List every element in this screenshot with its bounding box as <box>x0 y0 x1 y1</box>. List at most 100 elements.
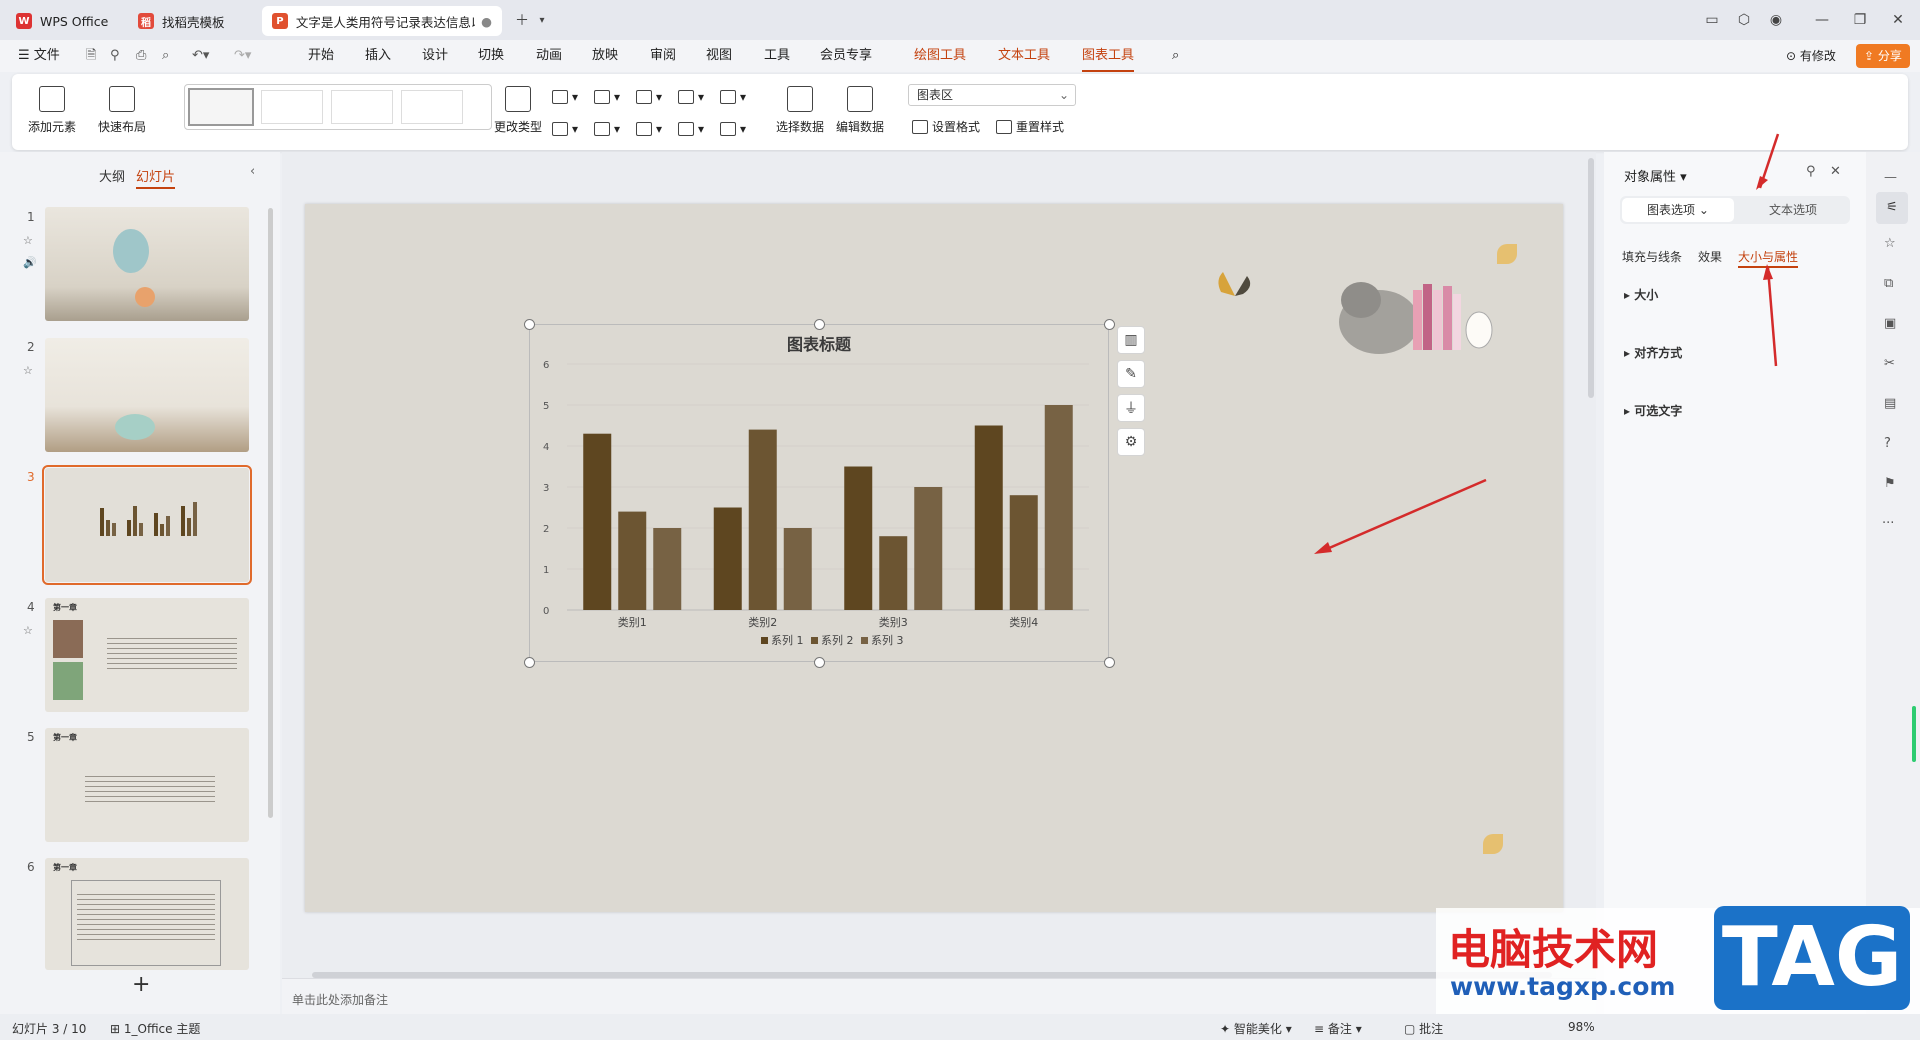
panel-scrollbar[interactable] <box>268 208 273 818</box>
menu-item-start[interactable]: 开始 <box>308 40 334 72</box>
chart-style-2[interactable] <box>261 90 323 124</box>
slide-thumbnail-2[interactable] <box>45 338 249 452</box>
menu-item-transition[interactable]: 切换 <box>478 40 504 72</box>
chart-style-3[interactable] <box>331 90 393 124</box>
add-element-button[interactable]: 添加元素 <box>28 86 76 135</box>
chart-style-gallery[interactable] <box>184 84 492 130</box>
preview-icon[interactable]: ⌕ <box>162 40 169 72</box>
slide-thumbnail-4[interactable]: 第一章 <box>45 598 249 712</box>
restore-icon[interactable]: ❐ <box>1850 10 1870 30</box>
slide-thumbnail-3[interactable] <box>42 465 252 585</box>
subtab-effect[interactable]: 效果 <box>1698 248 1722 265</box>
set-format-button[interactable]: 设置格式 <box>912 118 980 135</box>
menu-item-view[interactable]: 视图 <box>706 40 732 72</box>
column-chart-button[interactable]: ▾ <box>552 90 578 104</box>
menu-item-review[interactable]: 审阅 <box>650 40 676 72</box>
section-size[interactable]: ▸ 大小 <box>1624 286 1658 303</box>
reset-style-button[interactable]: 重置样式 <box>996 118 1064 135</box>
section-alignment[interactable]: ▸ 对齐方式 <box>1624 344 1682 361</box>
unsaved-dot-icon[interactable]: ● <box>481 14 492 29</box>
theme-name[interactable]: ⊞ 1_Office 主题 <box>110 1020 200 1037</box>
share-button[interactable]: ⇪ 分享 <box>1856 44 1910 68</box>
tab-slides[interactable]: 幻灯片 <box>136 166 176 189</box>
tools-icon[interactable]: ✂ <box>1884 356 1895 371</box>
menu-item-chart-tools[interactable]: 图表工具 <box>1082 40 1135 72</box>
share-file-icon[interactable]: ⚲ <box>110 40 120 72</box>
bar-chart[interactable]: 图表标题 0 1 2 3 4 5 6 类别1 类别2 类别3 类别4 系列 1 系列 2 系列 3 <box>529 324 1109 662</box>
tab-template[interactable]: 稻找稻壳模板 <box>128 6 258 36</box>
change-type-button[interactable]: 更改类型 <box>494 86 542 135</box>
subtab-fill-line[interactable]: 填充与线条 <box>1622 248 1682 265</box>
menu-item-insert[interactable]: 插入 <box>365 40 391 72</box>
print-icon[interactable]: ⎙ <box>136 40 146 72</box>
save-icon[interactable]: 🗎 <box>86 40 96 72</box>
chart-elements-icon[interactable]: ▥ <box>1117 326 1145 354</box>
menu-item-animation[interactable]: 动画 <box>536 40 562 72</box>
vertical-scrollbar[interactable] <box>1588 158 1594 398</box>
minimize-icon[interactable]: — <box>1812 10 1832 30</box>
chart-style-4[interactable] <box>401 90 463 124</box>
image-icon[interactable]: ▣ <box>1884 316 1896 331</box>
chart-style-brush-icon[interactable]: ✎ <box>1117 360 1145 388</box>
chart-filter-icon[interactable]: ⏚ <box>1117 394 1145 422</box>
menu-item-text-tools[interactable]: 文本工具 <box>998 40 1050 72</box>
stock-chart-button[interactable]: ▾ <box>594 122 620 136</box>
radar-chart-button[interactable]: ▾ <box>678 90 704 104</box>
slide-thumbnail-1[interactable] <box>45 207 249 321</box>
add-slide-button[interactable]: + <box>132 972 150 997</box>
comments-button[interactable]: ▢ 批注 <box>1404 1020 1443 1037</box>
file-menu[interactable]: ☰ 文件 <box>18 40 60 72</box>
scatter-chart-button[interactable]: ▾ <box>678 122 704 136</box>
tab-list-icon[interactable]: ▾ <box>532 10 552 30</box>
book-icon[interactable]: ▤ <box>1884 396 1896 411</box>
has-changes-button[interactable]: ⊙ 有修改 <box>1786 40 1836 72</box>
avatar-icon[interactable]: ◉ <box>1766 10 1786 30</box>
pin-icon[interactable]: ⚲ <box>1806 164 1816 179</box>
combo-chart-button[interactable]: ▾ <box>720 122 746 136</box>
section-alt-text[interactable]: ▸ 可选文字 <box>1624 402 1682 419</box>
menu-item-design[interactable]: 设计 <box>422 40 448 72</box>
zoom-level[interactable]: 98% <box>1568 1020 1595 1034</box>
redo-icon[interactable]: ↷▾ <box>234 40 251 72</box>
shirt-icon[interactable]: ⚑ <box>1884 476 1896 491</box>
menu-item-slideshow[interactable]: 放映 <box>592 40 618 72</box>
cube-icon[interactable]: ⬡ <box>1734 10 1754 30</box>
favorite-icon[interactable]: ☆ <box>1884 236 1896 251</box>
tab-text-options[interactable]: 文本选项 <box>1738 198 1848 222</box>
layout-icon[interactable]: ▭ <box>1702 10 1722 30</box>
edit-data-button[interactable]: 编辑数据 <box>836 86 884 135</box>
grid-chart-button[interactable]: ▾ <box>720 90 746 104</box>
bar-chart-button[interactable]: ▾ <box>594 90 620 104</box>
menu-item-tools[interactable]: 工具 <box>764 40 790 72</box>
menu-item-member[interactable]: 会员专享 <box>820 40 872 72</box>
menu-item-drawing-tools[interactable]: 绘图工具 <box>914 40 966 72</box>
tab-outline[interactable]: 大纲 <box>99 166 125 185</box>
smart-beautify-button[interactable]: ✦ 智能美化 ▾ <box>1220 1020 1292 1037</box>
property-settings-icon[interactable]: ⚟ <box>1876 192 1908 224</box>
select-data-button[interactable]: 选择数据 <box>776 86 824 135</box>
slide-thumbnail-6[interactable]: 第一章 <box>45 858 249 970</box>
tab-chart-options[interactable]: 图表选项 ⌄ <box>1622 198 1734 222</box>
chart-style-1[interactable] <box>188 88 254 126</box>
tab-wps-office[interactable]: W WPS Office <box>6 6 124 36</box>
help-icon[interactable]: ? <box>1884 436 1891 451</box>
quick-layout-button[interactable]: 快速布局 <box>98 86 146 135</box>
collapse-panel-icon[interactable]: ‹ <box>250 164 255 179</box>
copy-icon[interactable]: ⧉ <box>1884 276 1893 291</box>
close-icon[interactable]: ✕ <box>1888 10 1908 30</box>
search-icon[interactable]: ⌕ <box>1172 40 1179 72</box>
line-chart-button[interactable]: ▾ <box>636 90 662 104</box>
more-icon[interactable]: ··· <box>1882 516 1894 531</box>
chart-element-select[interactable]: 图表区 ⌄ <box>908 84 1076 106</box>
notes-area[interactable]: 单击此处添加备注 <box>282 978 1596 1014</box>
chart-settings-icon[interactable]: ⚙ <box>1117 428 1145 456</box>
tab-document[interactable]: P 文字是人类用符号记录表达信息以 ● <box>262 6 502 36</box>
slide-thumbnail-5[interactable]: 第一章 <box>45 728 249 842</box>
property-panel-title[interactable]: 对象属性 ▾ <box>1624 166 1687 185</box>
panel-close-icon[interactable]: ✕ <box>1830 164 1841 179</box>
area-chart-button[interactable]: ▾ <box>552 122 578 136</box>
notes-button[interactable]: ≡ 备注 ▾ <box>1314 1020 1362 1037</box>
pie-chart-button[interactable]: ▾ <box>636 122 662 136</box>
slide-3[interactable]: 图表标题 0 1 2 3 4 5 6 类别1 类别2 类别3 类别4 系列 1 系列 2 系列 3 ▥ ✎ … <box>305 204 1563 912</box>
new-tab-icon[interactable]: ＋ <box>512 10 532 30</box>
